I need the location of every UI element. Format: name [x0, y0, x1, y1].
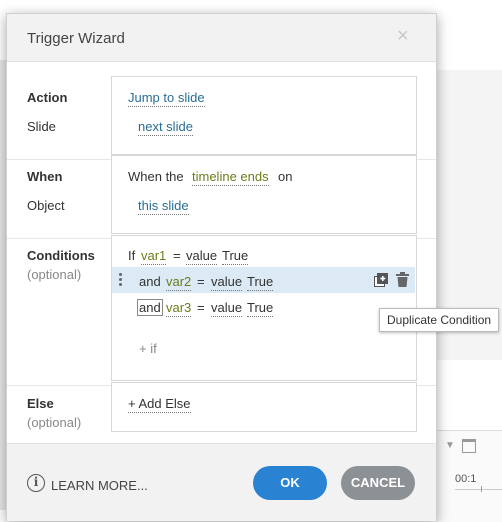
condition-value-field[interactable]: True	[247, 300, 274, 317]
timeline-ruler	[455, 489, 502, 490]
condition-connector: If	[128, 248, 136, 263]
condition-variable-dropdown[interactable]: var3	[166, 300, 192, 317]
object-dropdown[interactable]: this slide	[138, 198, 189, 215]
panel-icon[interactable]	[462, 439, 476, 453]
add-if-link[interactable]: + if	[139, 341, 157, 356]
close-icon[interactable]: ×	[397, 26, 409, 46]
condition-kind-dropdown[interactable]: value	[211, 300, 243, 317]
dialog-footer: i LEARN MORE... OK CANCEL	[7, 443, 436, 521]
cancel-button[interactable]: CANCEL	[341, 466, 415, 500]
slide-dropdown[interactable]: next slide	[138, 119, 193, 136]
add-else-link[interactable]: + Add Else	[128, 396, 191, 413]
dialog-title: Trigger Wizard	[27, 30, 125, 47]
condition-variable-dropdown[interactable]: var1	[141, 248, 167, 265]
condition-operator[interactable]: =	[197, 274, 205, 289]
when-prefix: When the	[128, 169, 184, 184]
dialog-body: Action Slide Jump to slide next slide Wh…	[7, 61, 436, 444]
action-dropdown[interactable]: Jump to slide	[128, 90, 205, 107]
ok-button[interactable]: OK	[253, 466, 327, 500]
trash-icon[interactable]	[396, 272, 409, 287]
drag-handle-icon[interactable]	[119, 273, 122, 288]
condition-connector[interactable]: and	[139, 274, 161, 289]
trigger-wizard-dialog: Trigger Wizard × Action Slide Jump to sl…	[6, 13, 437, 521]
timeline-tick	[481, 486, 482, 492]
else-box: + Add Else	[111, 382, 417, 432]
when-box: When the timeline ends on this slide	[111, 155, 417, 234]
when-event-dropdown[interactable]: timeline ends	[192, 169, 269, 186]
object-label: Object	[27, 198, 65, 213]
condition-variable-dropdown[interactable]: var2	[166, 274, 192, 291]
condition-operator[interactable]: =	[173, 248, 181, 263]
learn-more-link[interactable]: LEARN MORE...	[51, 478, 148, 493]
condition-value-field[interactable]: True	[247, 274, 274, 291]
condition-connector[interactable]: and	[137, 299, 163, 316]
info-icon[interactable]: i	[27, 474, 45, 492]
condition-operator[interactable]: =	[197, 300, 205, 315]
when-suffix: on	[278, 169, 293, 184]
condition-value-field[interactable]: True	[222, 248, 249, 265]
duplicate-condition-tooltip: Duplicate Condition	[379, 308, 500, 332]
else-optional-label: (optional)	[27, 415, 82, 430]
chevron-down-icon[interactable]: ▼	[445, 440, 455, 451]
duplicate-icon[interactable]	[374, 273, 388, 287]
conditions-optional-label: (optional)	[27, 267, 82, 282]
dialog-title-bar[interactable]: Trigger Wizard ×	[7, 14, 436, 61]
else-label: Else	[27, 396, 54, 411]
conditions-label: Conditions	[27, 248, 95, 263]
slide-label: Slide	[27, 119, 56, 134]
condition-kind-dropdown[interactable]: value	[186, 248, 218, 265]
condition-kind-dropdown[interactable]: value	[211, 274, 243, 291]
action-label: Action	[27, 90, 68, 105]
action-box: Jump to slide next slide	[111, 76, 417, 155]
when-label: When	[27, 169, 63, 184]
timeline-timecode: 00:1	[455, 473, 477, 485]
